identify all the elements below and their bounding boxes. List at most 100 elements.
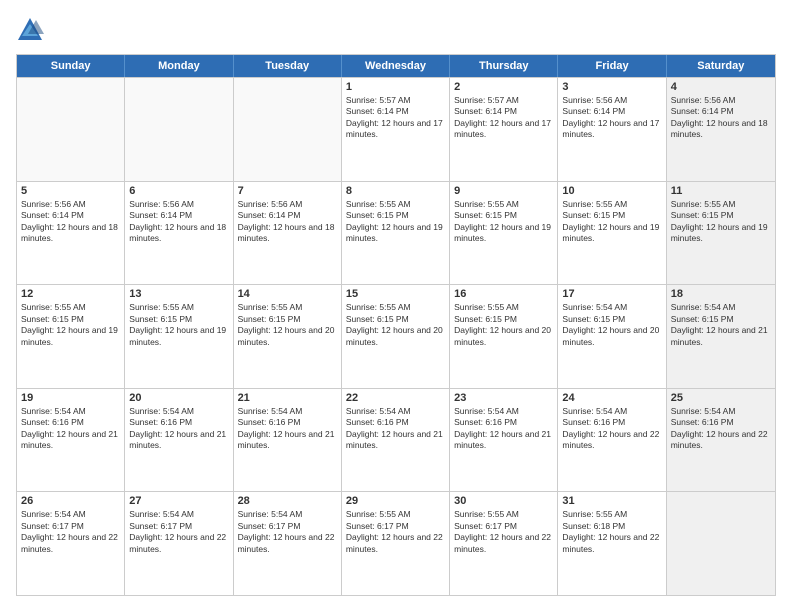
day-number: 18	[671, 288, 771, 300]
day-number: 10	[562, 185, 661, 197]
day-info: Sunrise: 5:55 AMSunset: 6:15 PMDaylight:…	[129, 302, 228, 348]
day-number: 26	[21, 495, 120, 507]
day-number: 7	[238, 185, 337, 197]
day-number: 24	[562, 392, 661, 404]
day-cell-13: 13 Sunrise: 5:55 AMSunset: 6:15 PMDayligh…	[125, 285, 233, 388]
day-info: Sunrise: 5:54 AMSunset: 6:16 PMDaylight:…	[129, 406, 228, 452]
day-info: Sunrise: 5:56 AMSunset: 6:14 PMDaylight:…	[129, 199, 228, 245]
day-cell-7: 7Sunrise: 5:56 AMSunset: 6:14 PMDaylight…	[234, 182, 342, 285]
day-info: Sunrise: 5:56 AMSunset: 6:14 PMDaylight:…	[562, 95, 661, 141]
day-info: Sunrise: 5:55 AMSunset: 6:15 PMDaylight:…	[454, 199, 553, 245]
calendar-row-0: 1Sunrise: 5:57 AMSunset: 6:14 PMDaylight…	[17, 77, 775, 181]
day-number: 23	[454, 392, 553, 404]
day-cell-14: 14 Sunrise: 5:55 AMSunset: 6:15 PMDayligh…	[234, 285, 342, 388]
calendar: SundayMondayTuesdayWednesdayThursdayFrid…	[16, 54, 776, 596]
day-number: 11	[671, 185, 771, 197]
day-cell-16: 16 Sunrise: 5:55 AMSunset: 6:15 PMDayligh…	[450, 285, 558, 388]
day-cell-31: 31 Sunrise: 5:55 AMSunset: 6:18 PMDayligh…	[558, 492, 666, 595]
day-cell-22: 22 Sunrise: 5:54 AMSunset: 6:16 PMDayligh…	[342, 389, 450, 492]
day-number: 13	[129, 288, 228, 300]
day-cell-24: 24 Sunrise: 5:54 AMSunset: 6:16 PMDayligh…	[558, 389, 666, 492]
calendar-header: SundayMondayTuesdayWednesdayThursdayFrid…	[17, 55, 775, 77]
day-info: Sunrise: 5:54 AMSunset: 6:16 PMDaylight:…	[21, 406, 120, 452]
day-info: Sunrise: 5:54 AMSunset: 6:16 PMDaylight:…	[238, 406, 337, 452]
header-day-friday: Friday	[558, 55, 666, 77]
day-cell-30: 30Sunrise: 5:55 AMSunset: 6:17 PMDayligh…	[450, 492, 558, 595]
day-cell-12: 12 Sunrise: 5:55 AMSunset: 6:15 PMDayligh…	[17, 285, 125, 388]
day-info: Sunrise: 5:55 AMSunset: 6:18 PMDaylight:…	[562, 509, 661, 555]
day-number: 12	[21, 288, 120, 300]
day-number: 16	[454, 288, 553, 300]
day-cell-8: 8 Sunrise: 5:55 AMSunset: 6:15 PMDaylight…	[342, 182, 450, 285]
day-info: Sunrise: 5:54 AMSunset: 6:16 PMDaylight:…	[346, 406, 445, 452]
day-cell-3: 3 Sunrise: 5:56 AMSunset: 6:14 PMDaylight…	[558, 78, 666, 181]
header-day-tuesday: Tuesday	[234, 55, 342, 77]
day-cell-19: 19Sunrise: 5:54 AMSunset: 6:16 PMDayligh…	[17, 389, 125, 492]
day-cell-27: 27 Sunrise: 5:54 AMSunset: 6:17 PMDayligh…	[125, 492, 233, 595]
day-info: Sunrise: 5:55 AMSunset: 6:15 PMDaylight:…	[21, 302, 120, 348]
day-cell-11: 11 Sunrise: 5:55 AMSunset: 6:15 PMDayligh…	[667, 182, 775, 285]
day-info: Sunrise: 5:54 AMSunset: 6:16 PMDaylight:…	[671, 406, 771, 452]
day-number: 21	[238, 392, 337, 404]
day-number: 25	[671, 392, 771, 404]
day-cell-15: 15 Sunrise: 5:55 AMSunset: 6:15 PMDayligh…	[342, 285, 450, 388]
day-number: 5	[21, 185, 120, 197]
empty-cell	[125, 78, 233, 181]
day-info: Sunrise: 5:55 AMSunset: 6:15 PMDaylight:…	[454, 302, 553, 348]
empty-cell	[667, 492, 775, 595]
day-info: Sunrise: 5:55 AMSunset: 6:15 PMDaylight:…	[346, 302, 445, 348]
day-info: Sunrise: 5:55 AMSunset: 6:15 PMDaylight:…	[238, 302, 337, 348]
day-number: 17	[562, 288, 661, 300]
day-number: 15	[346, 288, 445, 300]
day-cell-17: 17Sunrise: 5:54 AMSunset: 6:15 PMDayligh…	[558, 285, 666, 388]
calendar-row-1: 5 Sunrise: 5:56 AMSunset: 6:14 PMDaylight…	[17, 181, 775, 285]
day-number: 31	[562, 495, 661, 507]
day-info: Sunrise: 5:55 AMSunset: 6:15 PMDaylight:…	[671, 199, 771, 245]
day-cell-23: 23 Sunrise: 5:54 AMSunset: 6:16 PMDayligh…	[450, 389, 558, 492]
calendar-row-2: 12 Sunrise: 5:55 AMSunset: 6:15 PMDayligh…	[17, 284, 775, 388]
day-cell-26: 26 Sunrise: 5:54 AMSunset: 6:17 PMDayligh…	[17, 492, 125, 595]
header-day-monday: Monday	[125, 55, 233, 77]
day-number: 27	[129, 495, 228, 507]
page: SundayMondayTuesdayWednesdayThursdayFrid…	[0, 0, 792, 612]
day-info: Sunrise: 5:57 AMSunset: 6:14 PMDaylight:…	[454, 95, 553, 141]
day-cell-2: 2 Sunrise: 5:57 AMSunset: 6:14 PMDaylight…	[450, 78, 558, 181]
day-cell-9: 9 Sunrise: 5:55 AMSunset: 6:15 PMDaylight…	[450, 182, 558, 285]
logo	[16, 16, 48, 44]
day-number: 8	[346, 185, 445, 197]
day-number: 28	[238, 495, 337, 507]
day-number: 9	[454, 185, 553, 197]
day-number: 22	[346, 392, 445, 404]
header-day-wednesday: Wednesday	[342, 55, 450, 77]
day-cell-28: 28 Sunrise: 5:54 AMSunset: 6:17 PMDayligh…	[234, 492, 342, 595]
day-info: Sunrise: 5:57 AMSunset: 6:14 PMDaylight:…	[346, 95, 445, 141]
day-number: 2	[454, 81, 553, 93]
day-cell-4: 4Sunrise: 5:56 AMSunset: 6:14 PMDaylight…	[667, 78, 775, 181]
header-day-sunday: Sunday	[17, 55, 125, 77]
day-info: Sunrise: 5:54 AMSunset: 6:17 PMDaylight:…	[129, 509, 228, 555]
empty-cell	[17, 78, 125, 181]
day-cell-10: 10Sunrise: 5:55 AMSunset: 6:15 PMDayligh…	[558, 182, 666, 285]
day-info: Sunrise: 5:54 AMSunset: 6:16 PMDaylight:…	[454, 406, 553, 452]
day-info: Sunrise: 5:55 AMSunset: 6:17 PMDaylight:…	[346, 509, 445, 555]
day-info: Sunrise: 5:54 AMSunset: 6:17 PMDaylight:…	[21, 509, 120, 555]
header-day-saturday: Saturday	[667, 55, 775, 77]
calendar-row-3: 19Sunrise: 5:54 AMSunset: 6:16 PMDayligh…	[17, 388, 775, 492]
day-info: Sunrise: 5:54 AMSunset: 6:16 PMDaylight:…	[562, 406, 661, 452]
day-cell-6: 6 Sunrise: 5:56 AMSunset: 6:14 PMDaylight…	[125, 182, 233, 285]
day-info: Sunrise: 5:55 AMSunset: 6:17 PMDaylight:…	[454, 509, 553, 555]
calendar-body: 1Sunrise: 5:57 AMSunset: 6:14 PMDaylight…	[17, 77, 775, 595]
day-cell-25: 25 Sunrise: 5:54 AMSunset: 6:16 PMDayligh…	[667, 389, 775, 492]
logo-icon	[16, 16, 44, 44]
header	[16, 16, 776, 44]
day-info: Sunrise: 5:54 AMSunset: 6:17 PMDaylight:…	[238, 509, 337, 555]
day-number: 14	[238, 288, 337, 300]
day-cell-5: 5Sunrise: 5:56 AMSunset: 6:14 PMDaylight…	[17, 182, 125, 285]
day-number: 4	[671, 81, 771, 93]
day-number: 3	[562, 81, 661, 93]
day-info: Sunrise: 5:55 AMSunset: 6:15 PMDaylight:…	[346, 199, 445, 245]
day-cell-29: 29 Sunrise: 5:55 AMSunset: 6:17 PMDayligh…	[342, 492, 450, 595]
day-number: 6	[129, 185, 228, 197]
day-number: 29	[346, 495, 445, 507]
day-number: 20	[129, 392, 228, 404]
